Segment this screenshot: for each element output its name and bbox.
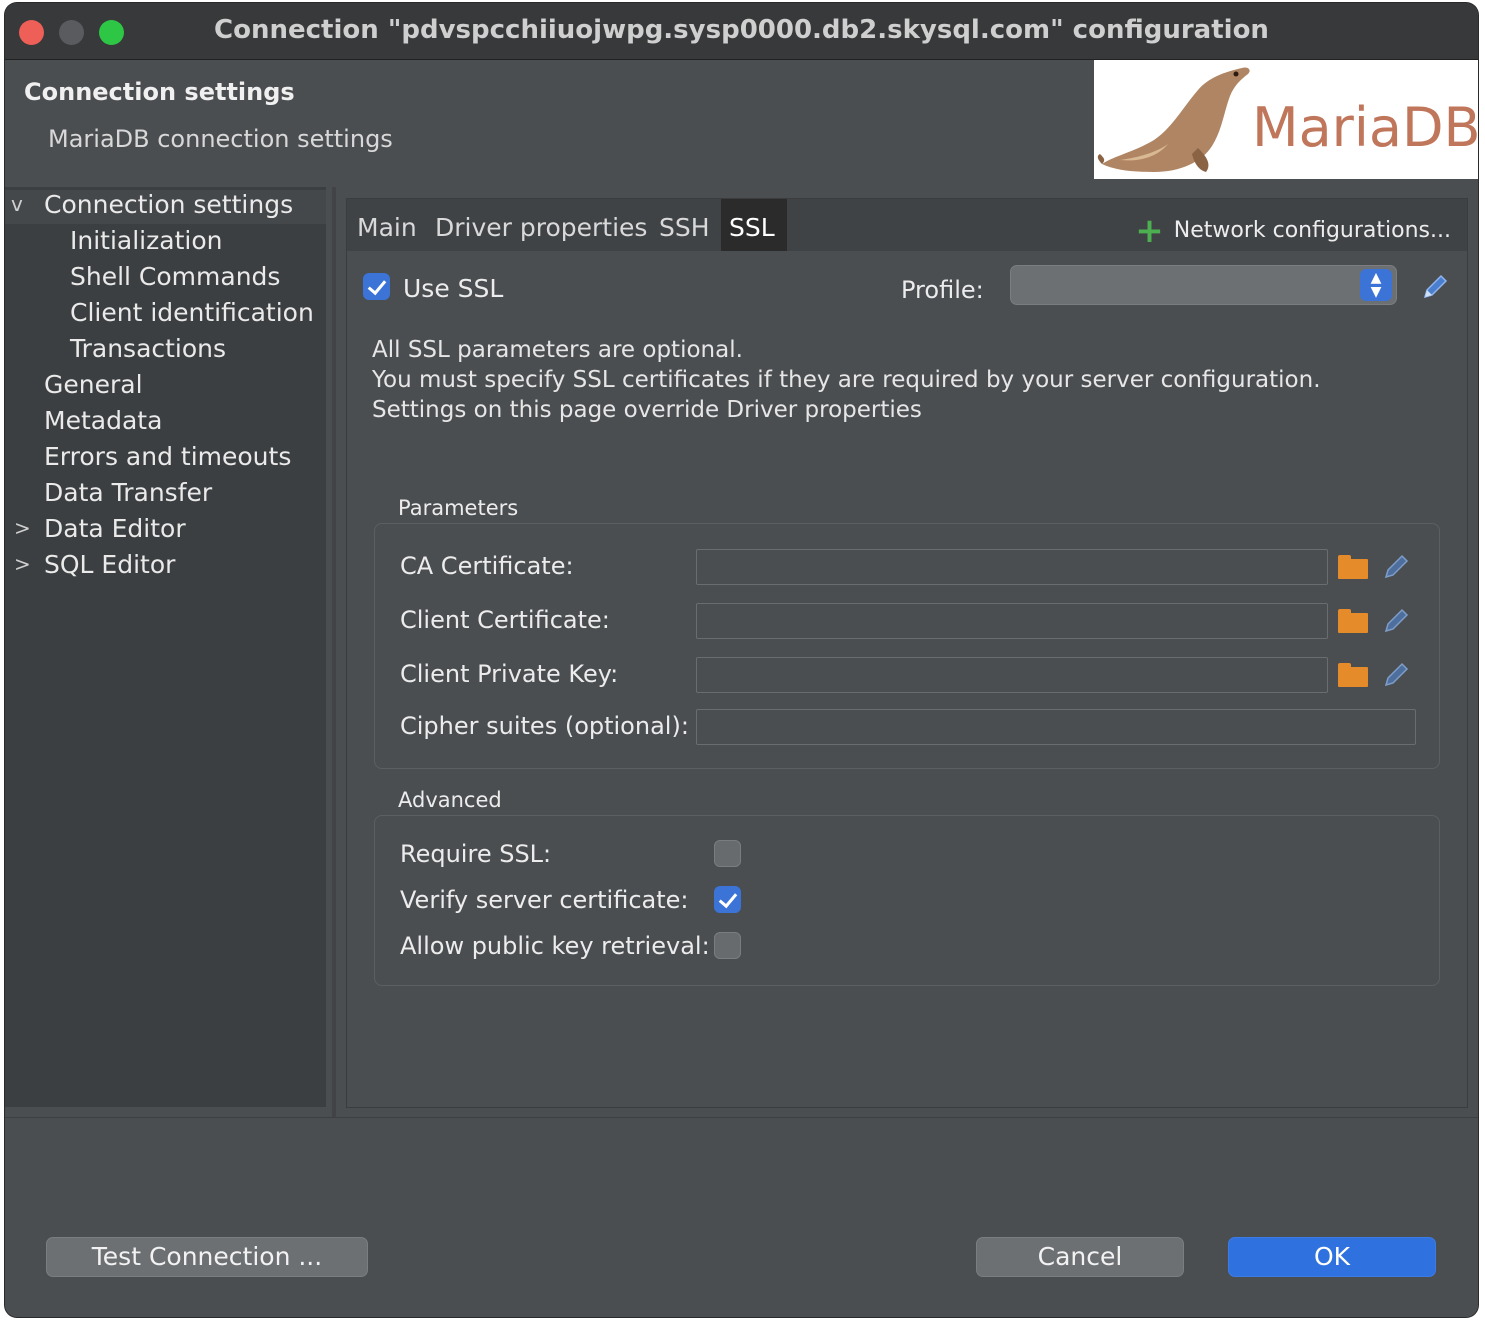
test-connection-button[interactable]: Test Connection ... bbox=[46, 1237, 368, 1277]
page-subtitle: MariaDB connection settings bbox=[48, 125, 393, 153]
client-certificate-folder-icon[interactable] bbox=[1338, 609, 1368, 633]
sidebar-item-connection-settings[interactable]: v Connection settings bbox=[5, 190, 326, 224]
tab-main[interactable]: Main bbox=[349, 199, 425, 251]
profile-label: Profile: bbox=[901, 276, 984, 304]
info-line-1: All SSL parameters are optional. bbox=[372, 337, 743, 363]
chevron-right-icon[interactable]: > bbox=[14, 516, 31, 540]
use-ssl-label: Use SSL bbox=[403, 274, 504, 303]
seal-icon bbox=[1097, 67, 1250, 172]
ok-button[interactable]: OK bbox=[1228, 1237, 1436, 1277]
plus-icon: + bbox=[1135, 211, 1164, 251]
allow-public-key-retrieval-label: Allow public key retrieval: bbox=[400, 932, 710, 960]
tab-bar: Main Driver properties SSH SSL + Network … bbox=[347, 199, 1467, 251]
verify-server-certificate-label: Verify server certificate: bbox=[400, 886, 689, 914]
sidebar-item-general[interactable]: General bbox=[44, 370, 143, 404]
title-bar: Connection "pdvspcchiiuojwpg.sysp0000.db… bbox=[5, 3, 1478, 60]
sidebar-item-data-transfer[interactable]: Data Transfer bbox=[44, 478, 212, 512]
mariadb-logo: MariaDB bbox=[1094, 60, 1478, 179]
window-title: Connection "pdvspcchiiuojwpg.sysp0000.db… bbox=[214, 15, 1269, 45]
chevron-down-icon[interactable]: v bbox=[11, 192, 23, 216]
verify-server-certificate-checkbox[interactable] bbox=[714, 886, 741, 913]
parameters-group: CA Certificate: Client Certificate: Clie… bbox=[374, 523, 1440, 769]
tab-ssh[interactable]: SSH bbox=[651, 199, 718, 251]
cipher-suites-input[interactable] bbox=[696, 709, 1416, 745]
panel-splitter[interactable] bbox=[332, 187, 336, 1117]
advanced-group: Require SSL: Verify server certificate: … bbox=[374, 815, 1440, 986]
sidebar-item-label: Data Editor bbox=[44, 514, 186, 543]
tab-driver-properties[interactable]: Driver properties bbox=[427, 199, 655, 251]
edit-profile-pencil-icon[interactable] bbox=[1419, 271, 1451, 303]
use-ssl-checkbox[interactable] bbox=[363, 273, 390, 300]
sidebar-item-transactions[interactable]: Transactions bbox=[70, 334, 226, 368]
client-private-key-folder-icon[interactable] bbox=[1338, 663, 1368, 687]
ca-certificate-label: CA Certificate: bbox=[400, 552, 574, 580]
sidebar-item-label: Connection settings bbox=[44, 190, 294, 219]
client-certificate-input[interactable] bbox=[696, 603, 1328, 639]
cancel-button[interactable]: Cancel bbox=[976, 1237, 1184, 1277]
parameters-group-title: Parameters bbox=[398, 496, 519, 520]
sidebar-item-errors-timeouts[interactable]: Errors and timeouts bbox=[44, 442, 291, 476]
profile-select[interactable]: ▲ ▼ bbox=[1010, 265, 1397, 305]
network-configurations-button[interactable]: + Network configurations... bbox=[1135, 211, 1451, 251]
client-certificate-edit-icon[interactable] bbox=[1380, 605, 1412, 637]
page-title: Connection settings bbox=[24, 78, 295, 106]
network-configurations-label: Network configurations... bbox=[1173, 218, 1451, 243]
chevron-right-icon[interactable]: > bbox=[14, 552, 31, 576]
cipher-suites-label: Cipher suites (optional): bbox=[400, 712, 689, 740]
client-certificate-label: Client Certificate: bbox=[400, 606, 610, 634]
ca-certificate-edit-icon[interactable] bbox=[1380, 551, 1412, 583]
require-ssl-label: Require SSL: bbox=[400, 840, 552, 868]
sidebar-item-metadata[interactable]: Metadata bbox=[44, 406, 162, 440]
info-line-3: Settings on this page override Driver pr… bbox=[372, 397, 922, 423]
client-private-key-edit-icon[interactable] bbox=[1380, 659, 1412, 691]
client-private-key-label: Client Private Key: bbox=[400, 660, 619, 688]
connection-config-dialog: Connection "pdvspcchiiuojwpg.sysp0000.db… bbox=[5, 3, 1478, 1317]
dialog-footer: Test Connection ... Cancel OK bbox=[5, 1117, 1478, 1317]
ca-certificate-input[interactable] bbox=[696, 549, 1328, 585]
client-private-key-input[interactable] bbox=[696, 657, 1328, 693]
sidebar-item-shell-commands[interactable]: Shell Commands bbox=[70, 262, 280, 296]
tab-ssl[interactable]: SSL bbox=[721, 199, 787, 251]
allow-public-key-retrieval-checkbox[interactable] bbox=[714, 932, 741, 959]
info-line-2: You must specify SSL certificates if the… bbox=[372, 367, 1321, 393]
advanced-group-title: Advanced bbox=[398, 788, 502, 812]
sidebar-item-label: SQL Editor bbox=[44, 550, 176, 579]
sidebar-item-initialization[interactable]: Initialization bbox=[70, 226, 222, 260]
require-ssl-checkbox[interactable] bbox=[714, 840, 741, 867]
sidebar-item-client-identification[interactable]: Client identification bbox=[70, 298, 314, 332]
settings-sidebar: v Connection settings Initialization She… bbox=[5, 187, 326, 1107]
logo-text: MariaDB bbox=[1252, 96, 1478, 159]
settings-content: Main Driver properties SSH SSL + Network … bbox=[346, 198, 1468, 1108]
dialog-header: Connection settings MariaDB connection s… bbox=[5, 60, 1478, 183]
ssl-info-text: All SSL parameters are optional. You mus… bbox=[372, 335, 1321, 425]
chevron-updown-icon: ▲ ▼ bbox=[1360, 269, 1392, 301]
ca-certificate-folder-icon[interactable] bbox=[1338, 555, 1368, 579]
